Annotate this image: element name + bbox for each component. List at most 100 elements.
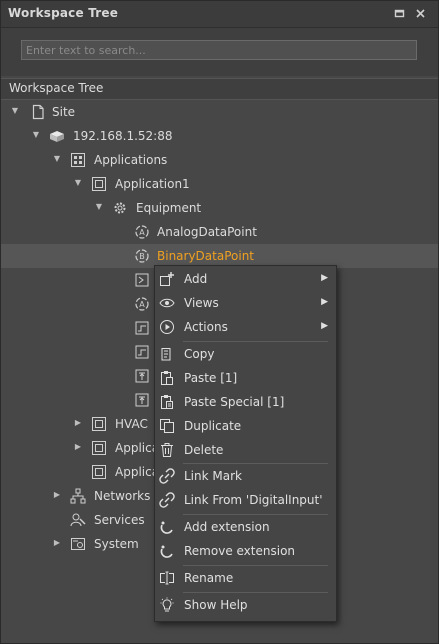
menu-item-label: Duplicate (184, 419, 242, 433)
station-icon (49, 128, 65, 144)
menu-item-add-extension[interactable]: Add extension (155, 515, 336, 539)
paste-special-icon (159, 394, 175, 410)
panel-title: Workspace Tree (8, 6, 119, 20)
menu-item-label: Paste Special [1] (184, 395, 285, 409)
extension-icon (159, 519, 175, 535)
submenu-arrow-icon: ▶ (321, 321, 328, 331)
menu-item-label: Rename (184, 571, 234, 585)
step-icon (134, 344, 150, 360)
add-icon (159, 271, 175, 287)
tree-node-application1[interactable]: ▼ Application1 (1, 172, 438, 196)
collapse-arrow-icon[interactable]: ▶ (53, 539, 61, 547)
menu-item-remove-extension[interactable]: Remove extension (155, 539, 336, 563)
application-icon (91, 416, 107, 432)
menu-item-label: Show Help (184, 598, 248, 612)
search-area (1, 28, 438, 76)
link-icon (159, 492, 175, 508)
link-icon (159, 468, 175, 484)
expand-arrow-icon[interactable]: ▼ (32, 131, 40, 139)
analog-datapoint-icon: A (134, 296, 150, 312)
menu-item-add[interactable]: Add ▶ (155, 267, 336, 291)
tree-node-analog-datapoint[interactable]: A AnalogDataPoint (1, 220, 438, 244)
collapse-arrow-icon[interactable]: ▶ (53, 491, 61, 499)
tree-node-label: Applica (115, 465, 160, 479)
applications-icon (70, 152, 86, 168)
menu-item-label: Delete (184, 443, 224, 457)
extension-icon (159, 543, 175, 559)
play-icon (159, 319, 175, 335)
svg-text:A: A (139, 300, 145, 309)
menu-item-views[interactable]: Views ▶ (155, 291, 336, 315)
menu-item-show-help[interactable]: Show Help (155, 593, 336, 617)
page-icon (30, 104, 46, 120)
tree-node-label: Applica (115, 441, 160, 455)
tree-node-station[interactable]: ▼ 192.168.1.52:88 (1, 124, 438, 148)
context-menu: Add ▶ Views ▶ Actions ▶ Copy Paste [1] P… (154, 265, 337, 622)
menu-item-copy[interactable]: Copy (155, 342, 336, 366)
gear-icon (112, 200, 128, 216)
tree-node-label: Application1 (115, 177, 190, 191)
copy-icon (159, 346, 175, 362)
tree-node-equipment[interactable]: ▼ Equipment (1, 196, 438, 220)
section-title: Workspace Tree (9, 81, 104, 95)
menu-item-rename[interactable]: Rename (155, 566, 336, 590)
application-icon (91, 176, 107, 192)
menu-item-duplicate[interactable]: Duplicate (155, 414, 336, 438)
tree-node-label: Site (52, 105, 76, 119)
collapse-arrow-icon[interactable]: ▶ (74, 419, 82, 427)
binary-datapoint-icon: B (134, 248, 150, 264)
rename-icon (159, 570, 175, 586)
analog-datapoint-icon: A (134, 224, 150, 240)
system-icon (70, 536, 86, 552)
application-icon (91, 464, 107, 480)
section-header: Workspace Tree (1, 78, 438, 100)
step-icon (134, 320, 150, 336)
expand-arrow-icon[interactable]: ▼ (74, 179, 82, 187)
tree-node-label: Equipment (136, 201, 202, 215)
network-icon (70, 488, 86, 504)
svg-text:B: B (139, 252, 145, 261)
submenu-arrow-icon: ▶ (321, 297, 328, 307)
menu-item-link-mark[interactable]: Link Mark (155, 464, 336, 488)
collapse-arrow-icon[interactable]: ▶ (74, 443, 82, 451)
tree-node-label: Networks (94, 489, 151, 503)
submenu-arrow-icon: ▶ (321, 273, 328, 283)
expand-arrow-icon[interactable]: ▼ (11, 107, 19, 115)
tree-node-label: AnalogDataPoint (157, 225, 257, 239)
menu-item-label: Add (184, 272, 208, 286)
menu-item-label: Link From 'DigitalInput' (184, 493, 323, 507)
menu-item-label: Views (184, 296, 219, 310)
close-icon[interactable] (414, 7, 427, 20)
tree-node-label: BinaryDataPoint (157, 249, 255, 263)
lightbulb-icon (159, 597, 175, 613)
upload-icon (134, 368, 150, 384)
expand-arrow-icon[interactable]: ▼ (53, 155, 61, 163)
menu-item-actions[interactable]: Actions ▶ (155, 315, 336, 339)
tree-node-site[interactable]: ▼ Site (1, 100, 438, 124)
datapoint-icon (134, 272, 150, 288)
panel-titlebar: Workspace Tree (1, 1, 438, 28)
eye-icon (159, 295, 175, 311)
menu-item-label: Copy (184, 347, 215, 361)
tree-node-label: Applications (94, 153, 168, 167)
menu-item-paste-special[interactable]: Paste Special [1] (155, 390, 336, 414)
menu-item-label: Paste [1] (184, 371, 238, 385)
tree-node-label: HVAC (115, 417, 148, 431)
paste-icon (159, 370, 175, 386)
search-input[interactable] (21, 40, 417, 60)
menu-item-paste[interactable]: Paste [1] (155, 366, 336, 390)
tree-node-label: 192.168.1.52:88 (73, 129, 173, 143)
restore-icon[interactable] (393, 7, 406, 20)
workspace-tree-panel: Workspace Tree Workspace Tree ▼ Site ▼ (0, 0, 439, 644)
svg-text:A: A (139, 228, 145, 237)
upload-icon (134, 392, 150, 408)
menu-item-link-from[interactable]: Link From 'DigitalInput' (155, 488, 336, 512)
tree-node-applications[interactable]: ▼ Applications (1, 148, 438, 172)
services-icon (70, 512, 86, 528)
application-icon (91, 440, 107, 456)
menu-item-label: Link Mark (184, 469, 242, 483)
tree-node-label: Services (94, 513, 145, 527)
expand-arrow-icon[interactable]: ▼ (95, 203, 103, 211)
menu-item-delete[interactable]: Delete (155, 438, 336, 462)
tree-node-label: System (94, 537, 139, 551)
